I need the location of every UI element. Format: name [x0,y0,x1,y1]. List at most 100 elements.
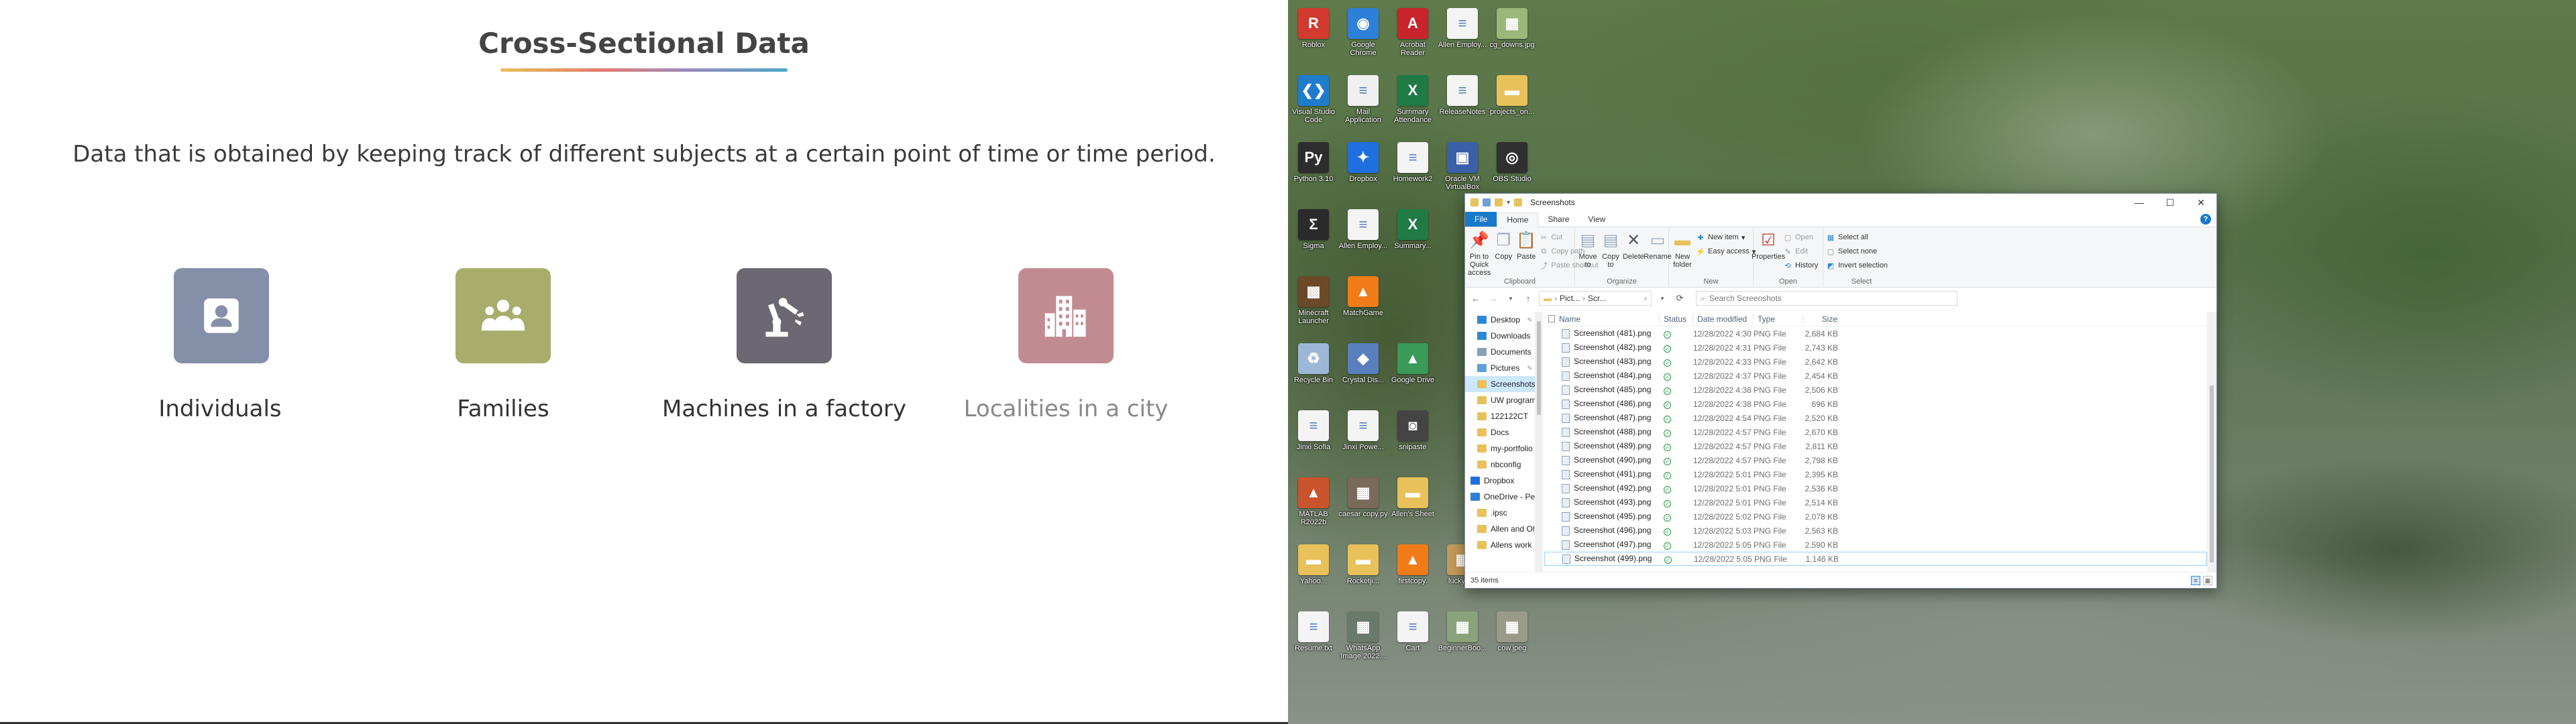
desktop-icon[interactable]: ▦ caesar copy.py [1338,477,1388,531]
nav-item[interactable]: Allens work [1465,537,1535,553]
new-folder-icon[interactable] [1495,198,1503,206]
forward-arrow-icon[interactable]: → [1487,294,1500,304]
desktop-icon[interactable]: ▬ Yahoo... [1292,544,1335,598]
tab-share[interactable]: Share [1538,212,1578,227]
desktop-icon[interactable]: ▬ Allen's Sheet [1391,477,1434,531]
column-date-modified[interactable]: Date modified [1693,314,1754,324]
desktop-icon[interactable]: R Roblox [1292,8,1335,62]
desktop-icon[interactable]: ◙ snipaste [1391,410,1434,464]
search-input[interactable]: ⌕ Search Screenshots [1696,291,1957,306]
address-bar[interactable]: ▬ › Pict... › Scr... › [1539,291,1652,306]
file-row[interactable]: Screenshot (486).png ✓ 12/28/2022 4:38 PMP… [1544,397,2207,411]
desktop-icon[interactable]: ≡ Resume.txt [1292,611,1335,665]
title-bar[interactable]: ▾ Screenshots — ☐ ✕ [1465,194,2216,211]
minimize-button[interactable]: — [2124,194,2155,211]
desktop-icon[interactable]: ≡ Allen Employ... [1339,209,1387,263]
desktop-icon[interactable]: X Summary... [1391,209,1434,263]
desktop-icon[interactable]: ▲ MatchGame [1342,276,1385,330]
desktop-icon[interactable]: ≡ ReleaseNotes [1439,75,1486,129]
desktop-icon[interactable]: ≡ Cart [1391,611,1434,665]
desktop-icon[interactable]: ▲ Google Drive [1391,343,1434,397]
file-explorer-window[interactable]: ▾ Screenshots — ☐ ✕ File Home Share View… [1464,193,2217,589]
column-type[interactable]: Type [1754,314,1803,324]
nav-item[interactable]: OneDrive - Personal [1465,489,1535,505]
desktop-icon[interactable]: ≡ Jinxi Sofia [1292,410,1335,464]
desktop-icon[interactable]: Py Python 3.10 [1292,142,1335,196]
desktop-icon[interactable]: Σ Sigma [1292,209,1335,263]
nav-item[interactable]: my-portfolio [1465,440,1535,457]
nav-item[interactable]: Downloads✎ [1465,328,1535,344]
nav-item[interactable]: 122122CT [1465,408,1535,424]
file-row[interactable]: Screenshot (493).png ✓ 12/28/2022 5:01 PMP… [1544,495,2207,509]
nav-item[interactable]: UW programming BC✎ [1465,392,1535,408]
desktop-icon[interactable]: ▦ cg_downs.jpg [1489,8,1535,62]
file-row[interactable]: Screenshot (497).png ✓ 12/28/2022 5:05 PMP… [1544,538,2207,552]
nav-item[interactable]: Pictures ✎ [1465,360,1535,376]
file-row[interactable]: Screenshot (481).png ✓ 12/28/2022 4:30 PMP… [1544,326,2207,341]
desktop-icon[interactable]: ❮❯ Visual Studio Code [1292,75,1335,129]
nav-item[interactable]: Allen and Olya [1465,521,1535,537]
history-button[interactable]: ⟲ History [1783,259,1818,272]
address-dropdown-icon[interactable]: ▾ [1656,295,1669,302]
file-row[interactable]: Screenshot (490).png ✓ 12/28/2022 4:57 PMP… [1544,453,2207,467]
column-status[interactable]: Status [1660,314,1693,324]
back-arrow-icon[interactable]: ← [1469,294,1483,304]
nav-item[interactable]: Screenshots✎ [1465,376,1535,392]
file-row[interactable]: Screenshot (483).png ✓ 12/28/2022 4:33 PMP… [1544,355,2207,369]
nav-item[interactable]: Desktop ✎ [1465,312,1535,328]
desktop-icon[interactable]: X Summary Attendance [1391,75,1434,129]
file-row[interactable]: Screenshot (495).png ✓ 12/28/2022 5:02 PMP… [1544,509,2207,524]
details-view-icon[interactable]: ≡ [2191,576,2200,585]
file-row[interactable]: Screenshot (492).png ✓ 12/28/2022 5:01 PMP… [1544,481,2207,495]
file-row[interactable]: Screenshot (499).png ✓ 12/28/2022 5:05 PMP… [1544,552,2207,566]
tab-view[interactable]: View [1578,212,1615,227]
maximize-button[interactable]: ☐ [2155,194,2186,211]
tab-file[interactable]: File [1465,212,1497,227]
desktop-icon[interactable]: ◉ Google Chrome [1342,8,1385,62]
file-list-scrollbar[interactable] [2207,312,2216,572]
desktop-icon[interactable]: ▩ Minecraft Launcher [1292,276,1335,330]
desktop-icon[interactable]: A Acrobat Reader [1391,8,1434,62]
breadcrumb-pictures[interactable]: Pict... [1560,294,1580,303]
help-icon[interactable]: ? [2200,214,2211,225]
up-arrow-icon[interactable]: ↑ [1521,294,1535,304]
properties-icon[interactable] [1483,198,1491,206]
scrollbar-thumb[interactable] [2210,385,2214,562]
new-item-button[interactable]: ✚ New item ▾ [1696,231,1756,243]
select-none-button[interactable]: ▢ Select none [1826,245,1888,257]
file-row[interactable]: Screenshot (491).png ✓ 12/28/2022 5:01 PMP… [1544,467,2207,481]
nav-item[interactable]: Docs [1465,424,1535,440]
nav-item[interactable]: nbconfig [1465,457,1535,473]
open-button[interactable]: ▢ Open [1783,231,1818,243]
close-button[interactable]: ✕ [2186,194,2216,211]
desktop-icon[interactable]: ▬ Rocketji... [1342,544,1385,598]
file-row[interactable]: Screenshot (484).png ✓ 12/28/2022 4:37 PMP… [1544,369,2207,383]
file-row[interactable]: Screenshot (496).png ✓ 12/28/2022 5:03 PMP… [1544,524,2207,538]
recent-locations-icon[interactable]: ▾ [1504,295,1517,302]
nav-item[interactable]: .ipsc [1465,505,1535,521]
breadcrumb-screenshots[interactable]: Scr... [1588,294,1606,303]
desktop-icon[interactable]: ≡ Jinxi Powe... [1342,410,1385,464]
desktop-icon[interactable]: ◎ OBS Studio [1491,142,1534,196]
file-row[interactable]: Screenshot (482).png ✓ 12/28/2022 4:31 PMP… [1544,341,2207,355]
refresh-icon[interactable]: ⟳ [1673,293,1686,304]
desktop-icon[interactable]: ≡ Allen Employ... [1438,8,1487,62]
select-all-button[interactable]: ▦ Select all [1826,231,1888,243]
scrollbar-thumb[interactable] [1537,321,1541,415]
column-size[interactable]: Size [1803,314,1838,324]
file-row[interactable]: Screenshot (485).png ✓ 12/28/2022 4:38 PMP… [1544,383,2207,397]
desktop-icon[interactable]: ▣ Oracle VM VirtualBox [1441,142,1484,196]
file-row[interactable]: Screenshot (487).png ✓ 12/28/2022 4:54 PMP… [1544,411,2207,425]
navigation-scrollbar[interactable] [1535,312,1543,572]
desktop-icon[interactable]: ▲ MATLAB R2022b [1292,477,1335,531]
nav-item[interactable]: Documents✎ [1465,344,1535,360]
desktop-icon[interactable]: ▲ firstcopy. [1391,544,1434,598]
desktop-icon[interactable]: ▦ cow.jpeg [1491,611,1534,665]
desktop-icon[interactable]: ◆ Crystal Dis... [1342,343,1385,397]
tab-home[interactable]: Home [1497,213,1539,227]
nav-item[interactable]: Dropbox [1465,473,1535,489]
desktop-icon[interactable]: ≡ Mail Application [1342,75,1385,129]
desktop-icon[interactable]: ✦ Dropbox [1342,142,1385,196]
desktop-icon[interactable]: ▦ BeginnerBoo... [1438,611,1487,665]
edit-button[interactable]: ✎ Edit [1783,245,1818,257]
